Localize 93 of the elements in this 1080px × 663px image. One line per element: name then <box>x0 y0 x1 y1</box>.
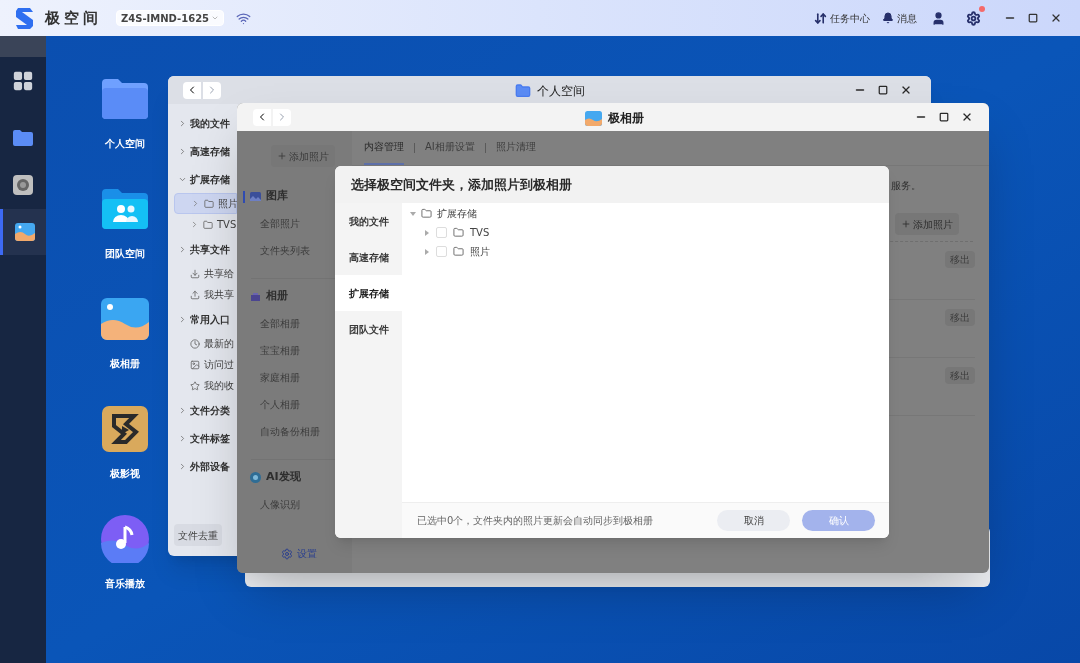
dedupe-button[interactable]: 文件去重 <box>174 524 222 546</box>
folder-icon <box>453 246 464 257</box>
photo-app-icon <box>585 110 602 126</box>
wifi-icon <box>236 10 252 26</box>
checkbox[interactable] <box>436 246 447 257</box>
folder-icon <box>100 77 150 121</box>
desktop-icon-label[interactable]: 个人空间 <box>105 136 145 151</box>
sidebar-link[interactable]: 我共享 <box>204 287 234 302</box>
chevron-right-icon[interactable] <box>178 244 187 254</box>
dock-item[interactable] <box>0 209 46 255</box>
sidebar-link[interactable]: 最新的 <box>204 336 234 351</box>
window-title: 个人空间 <box>537 83 585 100</box>
download-icon <box>190 268 200 279</box>
sidebar-link[interactable]: 共享给 <box>204 266 234 281</box>
upload-icon <box>190 289 200 300</box>
plus-icon <box>276 151 287 161</box>
dialog-title: 选择极空间文件夹，添加照片到极相册 <box>351 175 572 194</box>
expand-triangle-icon[interactable] <box>424 248 430 255</box>
device-selector[interactable]: Z4S-IMND-1625 <box>116 10 225 26</box>
chevron-right-icon[interactable] <box>178 405 187 415</box>
storage-tab[interactable]: 扩展存储 <box>335 275 402 311</box>
tree-item[interactable]: 扩展存储 <box>437 206 477 221</box>
close-icon[interactable] <box>1050 12 1062 24</box>
chevron-right-icon[interactable] <box>178 146 187 156</box>
chevron-right-icon[interactable] <box>178 433 187 443</box>
settings-icon[interactable] <box>280 547 293 560</box>
chevron-right-icon[interactable] <box>191 199 200 208</box>
sidebar-section[interactable]: 文件标签 <box>190 430 230 446</box>
sidebar-folder-item[interactable]: TVS <box>174 214 237 235</box>
maximize-icon[interactable] <box>1028 13 1038 23</box>
photo-app-icon <box>13 222 36 242</box>
top-bar-link[interactable]: 消息 <box>897 10 917 26</box>
sidebar-folder-item[interactable]: 照片 <box>174 193 237 214</box>
expand-triangle-icon[interactable] <box>410 210 416 217</box>
caret-icon <box>211 14 220 22</box>
sidebar-section[interactable]: 我的文件 <box>190 115 230 131</box>
user-icon[interactable] <box>931 10 946 26</box>
chevron-right-icon[interactable] <box>178 314 187 324</box>
footer-note: 已选中0个，文件夹内的照片更新会自动同步到极相册 <box>417 514 654 528</box>
maximize-icon[interactable] <box>878 85 888 95</box>
folder-icon <box>515 83 531 99</box>
sidebar-section[interactable]: 外部设备 <box>190 458 230 474</box>
chevron-right-icon[interactable] <box>178 118 187 128</box>
album-icon <box>250 292 261 301</box>
folder-icon <box>12 129 34 147</box>
sidebar-link[interactable]: 访问过 <box>204 357 234 372</box>
notice-text: 服务。 <box>891 179 921 193</box>
close-icon[interactable] <box>961 111 973 123</box>
sidebar-section[interactable]: 扩展存储 <box>190 171 230 187</box>
maximize-icon[interactable] <box>939 112 949 122</box>
folder-icon <box>204 198 214 209</box>
back-button[interactable] <box>253 108 271 126</box>
top-bar-link[interactable]: 任务中心 <box>830 10 870 26</box>
plus-icon <box>901 219 911 229</box>
dock-header <box>0 36 46 57</box>
desktop-icon-label[interactable]: 极相册 <box>110 356 140 371</box>
folder-icon <box>421 208 432 219</box>
chevron-right-icon[interactable] <box>178 461 187 471</box>
camera-icon <box>12 174 34 196</box>
music-note-icon <box>101 515 149 563</box>
clock-icon <box>190 338 200 349</box>
back-button[interactable] <box>183 81 201 99</box>
checkbox[interactable] <box>436 227 447 238</box>
bell-icon[interactable] <box>882 12 894 24</box>
desktop-icon-label[interactable]: 音乐播放 <box>105 576 145 591</box>
team-folder-icon <box>100 187 150 231</box>
close-icon[interactable] <box>900 84 912 96</box>
cancel-button[interactable]: 取消 <box>717 510 790 531</box>
tree-item[interactable]: 照片 <box>470 244 490 259</box>
apps-icon <box>12 70 34 92</box>
folder-icon <box>203 219 213 230</box>
settings-button[interactable] <box>964 9 982 27</box>
gallery-icon <box>250 192 261 201</box>
desktop-icon-label[interactable]: 团队空间 <box>105 246 145 261</box>
image-icon <box>190 359 200 370</box>
logo-icon <box>15 6 35 30</box>
tree-item[interactable]: TVS <box>470 225 490 240</box>
expand-triangle-icon[interactable] <box>424 229 430 236</box>
ai-icon <box>250 472 261 483</box>
sidebar-section[interactable]: 常用入口 <box>190 311 230 327</box>
sidebar-section[interactable]: 文件分类 <box>190 402 230 418</box>
desktop-icon-label[interactable]: 极影视 <box>110 466 140 481</box>
film-app-icon <box>102 406 148 452</box>
chevron-right-icon[interactable] <box>190 220 199 229</box>
star-icon <box>190 380 200 391</box>
transfer-icon[interactable] <box>814 11 827 25</box>
sidebar-link[interactable]: 我的收 <box>204 378 234 393</box>
photo-album-icon <box>101 298 149 340</box>
folder-icon <box>453 227 464 238</box>
brand-name: 极空间 <box>45 7 102 29</box>
window-title: 极相册 <box>608 110 644 127</box>
sidebar-section[interactable]: 共享文件 <box>190 241 230 257</box>
sidebar-section[interactable]: 高速存储 <box>190 143 230 159</box>
